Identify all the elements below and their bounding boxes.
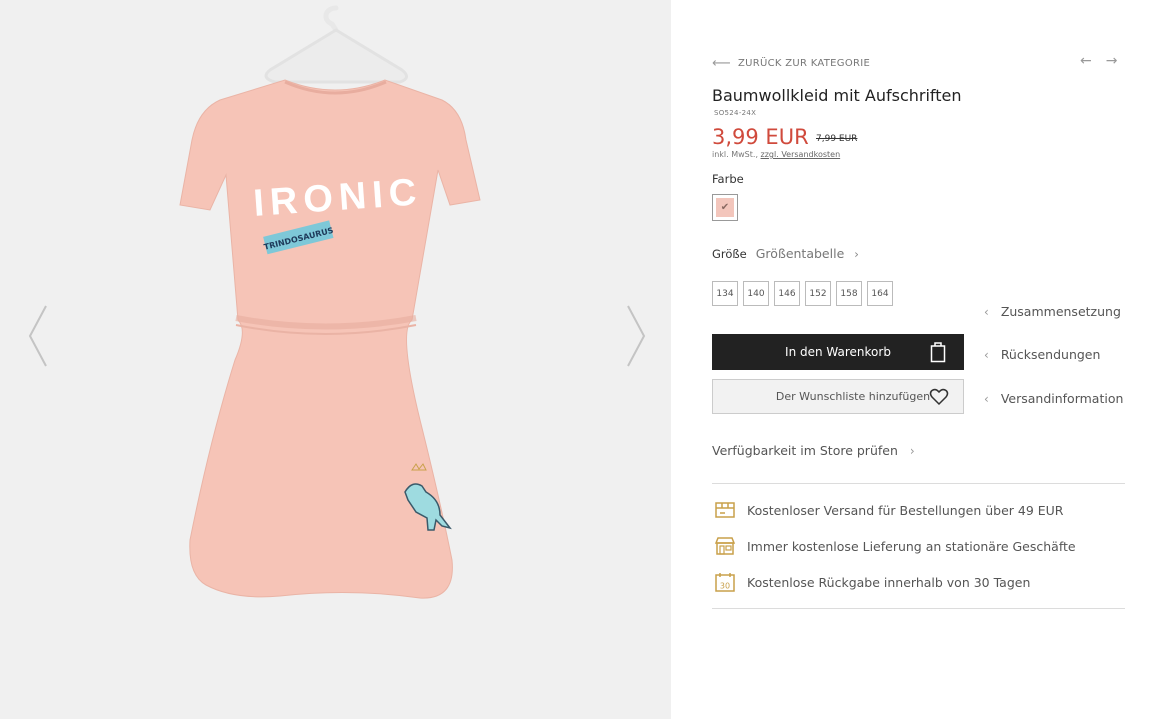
- product-image[interactable]: IRONIC TRINDOSAURUS: [150, 0, 520, 640]
- shipping-box-icon: [715, 502, 735, 518]
- back-link-label: ZURÜCK ZUR KATEGORIE: [737, 58, 871, 69]
- chevron-left-icon: ‹: [984, 304, 989, 319]
- benefit-text: Immer kostenlose Lieferung an stationäre…: [747, 538, 1076, 554]
- product-gallery: IRONIC TRINDOSAURUS: [0, 0, 671, 719]
- product-sku: SO524-24X: [714, 109, 757, 117]
- returns-link[interactable]: ‹ Rücksendungen: [984, 347, 1100, 362]
- svg-text:30: 30: [720, 582, 730, 591]
- benefit-store-delivery: Immer kostenlose Lieferung an stationäre…: [714, 535, 1076, 557]
- color-label: Farbe: [712, 172, 744, 186]
- benefit-text: Kostenlose Rückgabe innerhalb von 30 Tag…: [747, 574, 1031, 590]
- benefit-text: Kostenloser Versand für Bestellungen übe…: [747, 502, 1064, 518]
- tax-prefix: inkl. MwSt.,: [712, 150, 758, 159]
- size-option-134[interactable]: 134: [712, 281, 738, 306]
- composition-link[interactable]: ‹ Zusammensetzung: [984, 304, 1121, 319]
- divider: [712, 483, 1125, 484]
- store-icon: [714, 537, 736, 555]
- store-availability-label: Verfügbarkeit im Store prüfen: [712, 443, 898, 458]
- arrow-left-icon: ⟵: [712, 56, 731, 71]
- current-price: 3,99 EUR: [712, 125, 809, 149]
- size-option-146[interactable]: 146: [774, 281, 800, 306]
- returns-label: Rücksendungen: [1000, 347, 1101, 362]
- composition-label: Zusammensetzung: [1000, 304, 1121, 319]
- chevron-right-icon: ›: [909, 443, 915, 458]
- tax-info: inkl. MwSt., zzgl. Versandkosten: [712, 150, 840, 159]
- old-price: 7,99 EUR: [816, 134, 858, 144]
- add-to-wishlist-button[interactable]: Der Wunschliste hinzufügen: [712, 379, 964, 414]
- heart-icon: [929, 388, 949, 406]
- store-availability-link[interactable]: Verfügbarkeit im Store prüfen ›: [712, 443, 915, 458]
- chevron-left-icon: ‹: [984, 347, 989, 362]
- next-product-icon[interactable]: →: [1106, 53, 1118, 69]
- chevron-left-icon[interactable]: [24, 300, 54, 372]
- size-label: Größe: [712, 246, 747, 261]
- shipping-costs-link[interactable]: zzgl. Versandkosten: [761, 150, 841, 159]
- add-to-wishlist-label: Der Wunschliste hinzufügen: [775, 390, 931, 403]
- benefit-free-shipping: Kostenloser Versand für Bestellungen übe…: [714, 499, 1064, 521]
- divider: [712, 608, 1125, 609]
- product-details-panel: ⟵ ZURÜCK ZUR KATEGORIE ← → Baumwollkleid…: [712, 0, 1132, 719]
- chevron-right-icon[interactable]: [620, 300, 650, 372]
- shopping-bag-icon: [930, 342, 946, 363]
- add-to-cart-button[interactable]: In den Warenkorb: [712, 334, 964, 370]
- shipping-info-label: Versandinformation: [1000, 391, 1124, 406]
- size-option-152[interactable]: 152: [805, 281, 831, 306]
- size-chart-link[interactable]: Größentabelle: [756, 246, 845, 261]
- shipping-info-link[interactable]: ‹ Versandinformation: [984, 391, 1123, 406]
- size-option-140[interactable]: 140: [743, 281, 769, 306]
- chevron-right-icon: ›: [854, 246, 859, 261]
- product-pagination: ← →: [1080, 53, 1117, 69]
- size-option-164[interactable]: 164: [867, 281, 893, 306]
- previous-product-icon[interactable]: ←: [1080, 53, 1092, 69]
- size-option-158[interactable]: 158: [836, 281, 862, 306]
- color-swatch[interactable]: ✔: [712, 194, 738, 221]
- back-to-category-link[interactable]: ⟵ ZURÜCK ZUR KATEGORIE: [712, 56, 870, 71]
- product-title: Baumwollkleid mit Aufschriften: [712, 86, 962, 105]
- size-options: 134 140 146 152 158 164: [712, 281, 893, 306]
- check-icon: ✔: [716, 198, 734, 217]
- add-to-cart-label: In den Warenkorb: [785, 345, 891, 359]
- size-header: Größe Größentabelle ›: [712, 246, 859, 261]
- benefit-free-returns: 30 Kostenlose Rückgabe innerhalb von 30 …: [714, 571, 1030, 593]
- product-page: IRONIC TRINDOSAURUS ⟵ ZURÜCK ZUR KATEGOR…: [0, 0, 1170, 719]
- calendar-30-icon: 30: [715, 573, 735, 592]
- chevron-left-icon: ‹: [984, 391, 989, 406]
